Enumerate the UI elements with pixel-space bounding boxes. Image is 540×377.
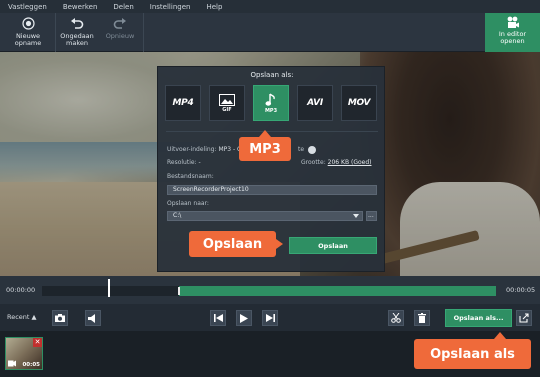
save-to-select[interactable]: C:\ xyxy=(167,211,363,221)
playback-controls: Recent ▲ Opslaan als... xyxy=(0,304,540,331)
skip-back-icon xyxy=(213,314,223,322)
thumbnail-duration: 00:05 xyxy=(22,362,40,368)
speaker-icon xyxy=(88,313,95,323)
timeline-selection-start[interactable] xyxy=(178,287,180,295)
filename-input[interactable]: ScreenRecorderProject10 xyxy=(167,185,377,195)
menu-delen[interactable]: Delen xyxy=(105,3,141,11)
format-avi[interactable]: AVI xyxy=(297,85,333,121)
new-recording-button[interactable]: Nieuwe opname xyxy=(8,13,48,52)
skip-forward-icon xyxy=(265,314,275,322)
timeline-selection xyxy=(179,286,496,296)
format-mp3-label: MP3 xyxy=(264,107,278,114)
size-value[interactable]: 206 KB (Goed) xyxy=(328,159,372,166)
save-to-value: C:\ xyxy=(173,212,182,219)
save-as-button[interactable]: Opslaan als... xyxy=(445,309,512,327)
next-button[interactable] xyxy=(262,310,278,326)
scissors-icon xyxy=(391,313,401,323)
browse-button[interactable]: ... xyxy=(366,211,377,221)
size-row: Grootte: 206 KB (Goed) xyxy=(301,159,372,166)
format-gif[interactable]: GIF xyxy=(209,85,245,121)
size-label: Grootte: xyxy=(301,159,326,166)
dialog-divider xyxy=(166,131,378,132)
dialog-save-button[interactable]: Opslaan xyxy=(289,237,377,254)
image-icon xyxy=(219,93,235,106)
dialog-title: Opslaan als: xyxy=(250,71,294,79)
share-icon xyxy=(519,313,529,323)
resolution-value: - xyxy=(198,159,201,166)
playhead[interactable] xyxy=(108,279,110,297)
format-mov-label: MOV xyxy=(347,98,371,108)
timeline: 00:00:00 00:00:05 xyxy=(0,276,540,304)
camera-icon xyxy=(55,314,65,322)
resolution-label: Resolutie: xyxy=(167,159,197,166)
format-mp4[interactable]: MP4 xyxy=(165,85,201,121)
film-camera-icon xyxy=(507,16,519,28)
save-to-label: Opslaan naar: xyxy=(167,200,209,207)
chevron-down-icon xyxy=(353,214,359,218)
output-format-row: Uitvoer-indeling: MP3 - O xyxy=(167,146,242,153)
timeline-track[interactable] xyxy=(42,286,496,296)
screenshot-button[interactable] xyxy=(52,310,68,326)
redo-icon xyxy=(113,18,126,29)
format-mov[interactable]: MOV xyxy=(341,85,377,121)
recent-label: Recent xyxy=(7,313,30,321)
format-settings-icon[interactable] xyxy=(308,146,316,154)
menu-bewerken[interactable]: Bewerken xyxy=(55,3,106,11)
delete-button[interactable] xyxy=(414,310,430,326)
undo-label: Ongedaan maken xyxy=(60,32,94,47)
timeline-start-time: 00:00:00 xyxy=(6,286,36,294)
format-mp4-label: MP4 xyxy=(172,98,194,108)
open-editor-button[interactable]: In editor openen xyxy=(485,13,540,52)
menu-instellingen[interactable]: Instellingen xyxy=(142,3,199,11)
menu-bar: Vastleggen Bewerken Delen Instellingen H… xyxy=(0,0,540,13)
previous-button[interactable] xyxy=(210,310,226,326)
cut-button[interactable] xyxy=(388,310,404,326)
volume-button[interactable] xyxy=(85,310,101,326)
caret-up-icon: ▲ xyxy=(31,313,37,321)
format-avi-label: AVI xyxy=(307,98,323,108)
timeline-end-time: 00:00:05 xyxy=(506,286,536,294)
video-icon xyxy=(8,360,16,367)
redo-label: Opnieuw xyxy=(105,32,135,40)
recent-toggle[interactable]: Recent ▲ xyxy=(7,313,37,321)
resolution-row: Resolutie: - xyxy=(167,159,201,166)
play-icon xyxy=(240,313,248,323)
callout-opslaan: Opslaan xyxy=(189,231,283,257)
redo-button[interactable]: Opnieuw xyxy=(101,13,139,52)
play-button[interactable] xyxy=(236,310,252,326)
trash-icon xyxy=(418,313,426,323)
callout-mp3: MP3 xyxy=(239,130,291,161)
menu-vastleggen[interactable]: Vastleggen xyxy=(0,3,55,11)
music-note-icon xyxy=(265,92,275,106)
format-gif-label: GIF xyxy=(222,106,232,113)
menu-help[interactable]: Help xyxy=(198,3,230,11)
filename-label: Bestandsnaam: xyxy=(167,173,214,180)
toolbar: Nieuwe opname Ongedaan maken Opnieuw xyxy=(0,13,540,52)
callout-opslaan-als: Opslaan als xyxy=(414,332,531,369)
toolbar-divider xyxy=(55,13,56,52)
recent-thumbnail[interactable]: ✕ 00:05 xyxy=(5,337,43,370)
remove-recent-icon[interactable]: ✕ xyxy=(33,338,42,347)
open-editor-label: In editor openen xyxy=(498,30,527,45)
record-icon xyxy=(21,17,35,30)
share-button[interactable] xyxy=(516,310,532,326)
output-format-label: Uitvoer-indeling: xyxy=(167,146,217,153)
undo-icon xyxy=(71,18,84,29)
new-recording-label: Nieuwe opname xyxy=(14,32,42,47)
toolbar-divider xyxy=(143,13,144,52)
format-mp3[interactable]: MP3 xyxy=(253,85,289,121)
output-format-tail: te xyxy=(298,146,305,153)
undo-button[interactable]: Ongedaan maken xyxy=(58,13,96,52)
